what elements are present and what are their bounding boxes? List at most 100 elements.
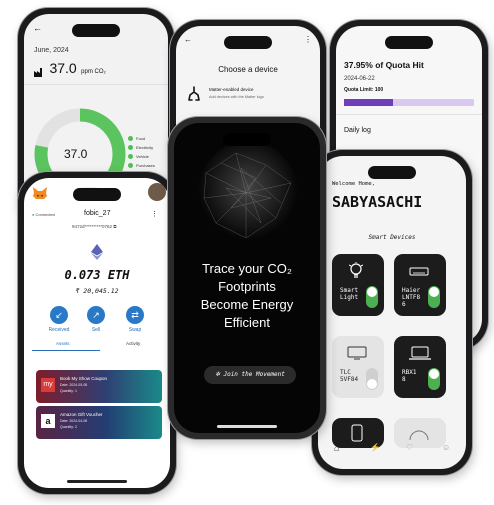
phone-hero: Trace your CO₂ Footprints Become Energy … [168, 117, 326, 439]
quota-limit: Quota Limit: 100 [344, 87, 384, 93]
bulb-icon [348, 262, 364, 285]
received-label: Received [48, 327, 70, 333]
factory-icon [34, 64, 45, 78]
sell-button[interactable]: ↗ [87, 306, 105, 324]
carbon-reading: 37.0 ppm CO₂ [34, 60, 106, 78]
swap-button[interactable]: ⇄ [126, 306, 144, 324]
divider [24, 84, 168, 85]
eth-balance: 0.073 ETH [64, 268, 130, 282]
phone-wallet: ● Connected fobic_27 ⋮ 9472d**********07… [18, 172, 176, 494]
ac-icon [409, 264, 429, 282]
coupon-card[interactable]: a Amazon Gift Voucher Date: 2024-04-08 Q… [36, 406, 162, 439]
fox-logo-icon [32, 186, 48, 205]
device-toggle[interactable] [366, 286, 378, 308]
menu-icon[interactable]: ⋮ [304, 35, 312, 44]
notch [73, 188, 121, 201]
coupon-quantity: Quantity: 1 [60, 389, 77, 393]
gauge-value: 37.0 [64, 147, 88, 161]
carbon-value: 37.0 [49, 60, 77, 76]
matter-subtitle: Add devices with the Matter logo [209, 95, 264, 99]
choose-title: Choose a device [218, 65, 278, 74]
device-name: TLC 5VF84 [340, 369, 359, 383]
coupon-quantity: Quantity: 2 [60, 425, 77, 429]
gear-icon: ✲ [215, 372, 221, 378]
network-graphic [198, 143, 298, 245]
quota-date: 2024-06-22 [344, 76, 375, 82]
device-toggle[interactable] [428, 286, 440, 308]
account-name[interactable]: fobic_27 [84, 210, 110, 217]
device-card-smart-light[interactable]: Smart Light [332, 254, 384, 316]
legend-electricity: Electricity [128, 143, 155, 152]
coupon-title: Amazon Gift Voucher [60, 412, 103, 417]
coupon-date: Date: 2024-04-08 [60, 419, 88, 423]
smart-devices-title: Smart Devices [368, 234, 416, 241]
user-name: SABYASACHI [332, 193, 423, 211]
tab-assets[interactable]: Assets [56, 341, 70, 346]
hero-line-1: Trace your CO₂ [202, 261, 292, 276]
swap-label: Swap [128, 327, 142, 333]
gauge-legend: Food Electricity Vehicle Purchases [128, 134, 155, 170]
home-icon[interactable]: ⌂ [334, 443, 339, 453]
wallet-address[interactable]: 9472d**********0762 ⧉ [72, 224, 117, 229]
quota-progress-fill [344, 99, 394, 106]
amazon-logo: a [41, 414, 55, 428]
eth-icon [91, 244, 103, 265]
notch [368, 166, 416, 179]
notch [223, 133, 271, 146]
phone-smart-devices: Welcome Home, SABYASACHI Smart Devices S… [312, 150, 472, 475]
received-button[interactable]: ↙ [50, 306, 68, 324]
legend-food: Food [128, 134, 155, 143]
avatar[interactable] [148, 183, 166, 201]
coupon-card[interactable]: my Book My Show Coupon Date: 2024-05-08 … [36, 370, 162, 403]
hero-line-4: Efficient [223, 315, 270, 330]
hero-screen: Trace your CO₂ Footprints Become Energy … [174, 123, 320, 433]
back-button[interactable]: ← [184, 35, 192, 44]
device-name: Haier LNTF8 6 [402, 287, 421, 308]
legend-purchases: Purchases [128, 161, 155, 170]
home-indicator [217, 425, 277, 428]
quota-headline: 37.95% of Quota Hit [344, 60, 424, 70]
tab-indicator [32, 350, 100, 351]
coupon-title: Book My Show Coupon [60, 376, 108, 381]
legend-vehicle: Vehicle [128, 152, 155, 161]
join-movement-button[interactable]: ✲ Join the Movement [204, 366, 296, 384]
wallet-screen: ● Connected fobic_27 ⋮ 9472d**********07… [24, 178, 170, 488]
notch [224, 36, 272, 49]
device-name: RBX1 8 [402, 369, 417, 383]
carbon-unit: ppm CO₂ [81, 69, 106, 75]
quota-progress [344, 99, 474, 106]
connection-status: ● Connected [32, 212, 55, 217]
matter-icon [186, 86, 202, 107]
daily-log-title: Daily log [344, 127, 371, 134]
sell-label: Sell [91, 327, 101, 333]
bottom-nav: ⌂ ⚡ ♡ ☺ [318, 441, 466, 457]
smart-screen: Welcome Home, SABYASACHI Smart Devices S… [318, 156, 466, 469]
heart-icon[interactable]: ♡ [406, 443, 413, 452]
fiat-balance: ₹ 20,045.12 [75, 287, 119, 295]
matter-option[interactable]: Matter-enabled device Add devices with t… [186, 84, 310, 108]
device-toggle[interactable] [366, 368, 378, 390]
home-indicator [67, 480, 127, 483]
hero-line-2: Footprints [218, 279, 276, 294]
device-toggle[interactable] [428, 368, 440, 390]
welcome-text: Welcome Home, [332, 181, 376, 187]
back-button[interactable]: ← [33, 23, 42, 33]
tv-icon [347, 346, 367, 365]
tab-activity[interactable]: Activity [126, 341, 140, 346]
laptop-icon [409, 346, 431, 365]
profile-icon[interactable]: ☺ [442, 443, 450, 452]
account-menu-icon[interactable]: ⋮ [151, 210, 158, 218]
hero-line-3: Become Energy [200, 297, 294, 312]
coupon-date: Date: 2024-05-08 [60, 383, 88, 387]
carbon-date: June, 2024 [34, 47, 69, 54]
notch [72, 24, 120, 37]
device-card-haier[interactable]: Haier LNTF8 6 [394, 254, 446, 316]
divider [336, 114, 482, 115]
bookmyshow-logo: my [41, 378, 55, 392]
plug-icon[interactable]: ⚡ [370, 443, 380, 452]
device-name: Smart Light [340, 287, 359, 301]
matter-title: Matter-enabled device [209, 87, 254, 92]
notch [385, 36, 433, 49]
device-card-tlc[interactable]: TLC 5VF84 [332, 336, 384, 398]
device-card-rbx[interactable]: RBX1 8 [394, 336, 446, 398]
